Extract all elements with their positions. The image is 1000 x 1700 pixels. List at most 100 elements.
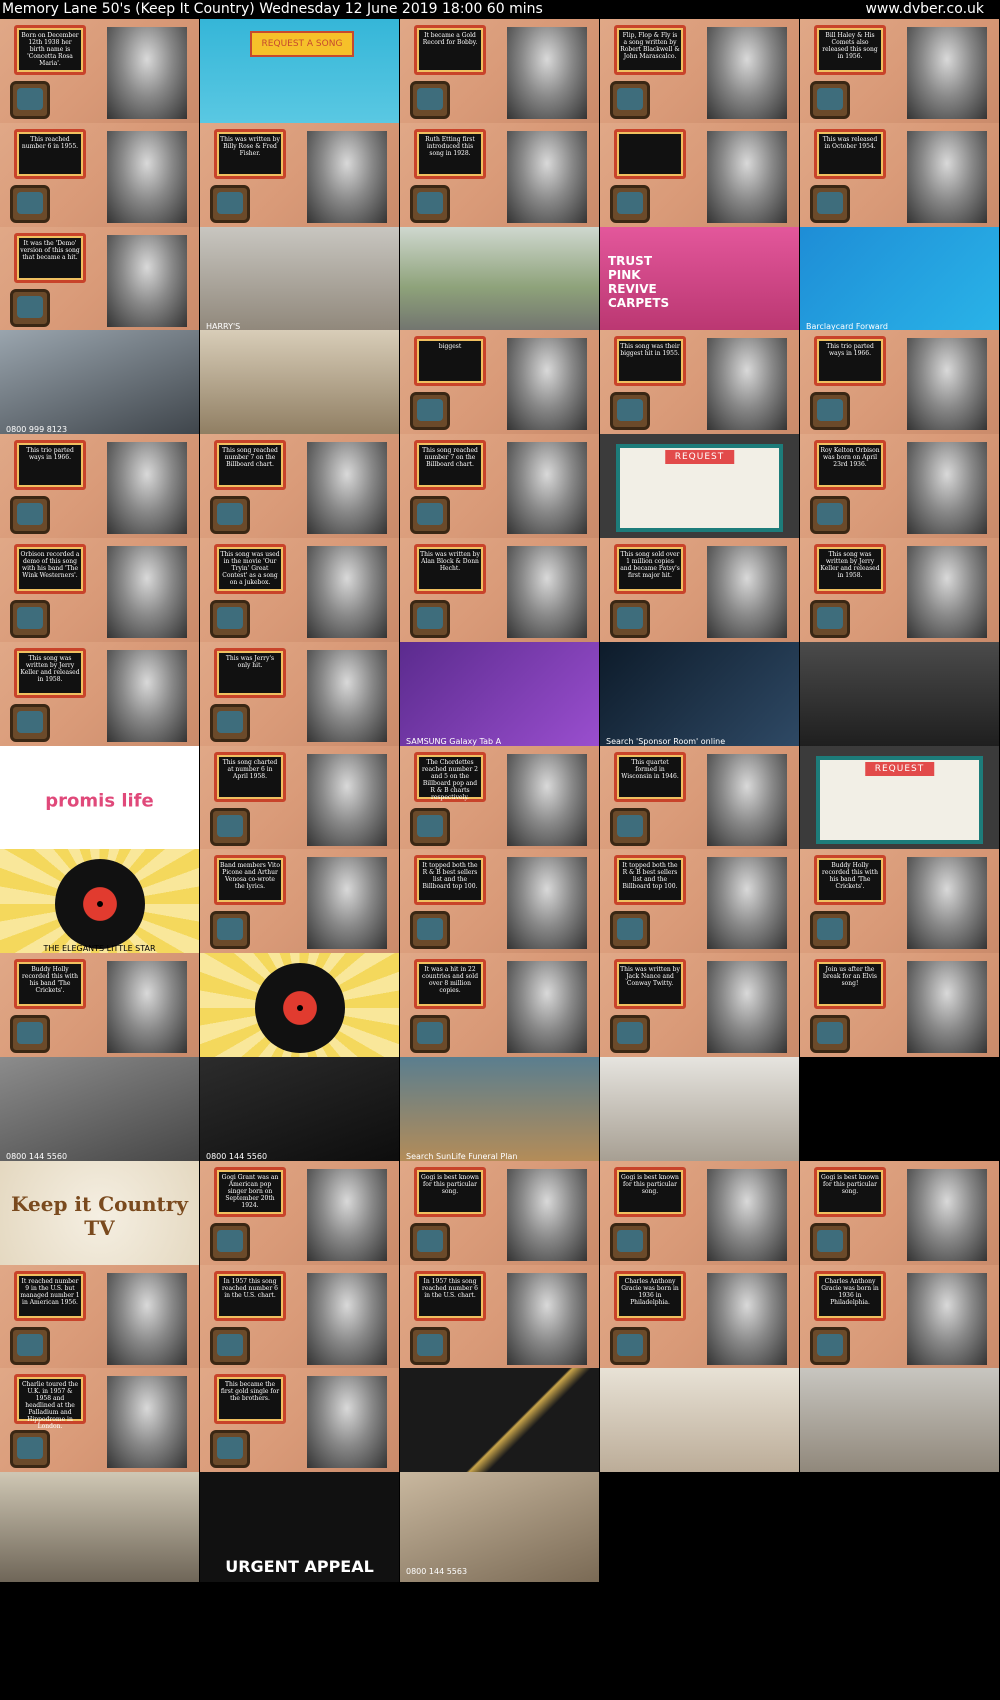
retro-tv-icon — [610, 808, 650, 846]
programme-thumbnail[interactable]: TRUST PINK REVIVE CARPETS — [600, 227, 799, 337]
programme-thumbnail[interactable]: This was Jerry's only hit. — [200, 642, 399, 752]
programme-thumbnail[interactable]: The Chordettes reached number 2 and 5 on… — [400, 746, 599, 856]
programme-thumbnail[interactable]: This became the first gold single for th… — [200, 1368, 399, 1478]
trivia-card: Gogi is best known for this particular s… — [814, 1167, 886, 1217]
artist-photo — [507, 1273, 587, 1365]
programme-thumbnail[interactable]: REQUEST — [800, 746, 999, 856]
programme-thumbnail[interactable]: This song reached number 7 on the Billbo… — [200, 434, 399, 544]
programme-thumbnail[interactable]: REQUEST A SONG — [200, 19, 399, 129]
programme-thumbnail[interactable]: Charles Anthony Gracie was born in 1936 … — [800, 1265, 999, 1375]
programme-thumbnail[interactable]: Band members Vito Picone and Arthur Veno… — [200, 849, 399, 959]
programme-thumbnail[interactable]: Bill Haley & His Comets also released th… — [800, 19, 999, 129]
programme-thumbnail[interactable] — [600, 1472, 799, 1582]
programme-thumbnail[interactable]: Join us after the break for an Elvis son… — [800, 953, 999, 1063]
programme-thumbnail[interactable]: Orbison recorded a demo of this song wit… — [0, 538, 199, 648]
programme-thumbnail[interactable]: This song was written by Jerry Keller an… — [0, 642, 199, 752]
programme-thumbnail[interactable]: Flip, Flop & Fly is a song written by Ro… — [600, 19, 799, 129]
programme-thumbnail[interactable]: THE ELEGANTS LITTLE STAR — [0, 849, 199, 959]
programme-thumbnail[interactable]: Charles Anthony Gracie was born in 1936 … — [600, 1265, 799, 1375]
programme-thumbnail[interactable]: Search 'Sponsor Room' online — [600, 642, 799, 752]
programme-thumbnail[interactable] — [800, 1057, 999, 1167]
trivia-card: It was the 'Demo' version of this song t… — [14, 233, 86, 283]
programme-thumbnail[interactable]: This was released in October 1954. — [800, 123, 999, 233]
artist-photo — [307, 131, 387, 223]
programme-thumbnail[interactable]: It reached number 9 in the U.S. but mana… — [0, 1265, 199, 1375]
programme-thumbnail[interactable]: It was a hit in 22 countries and sold ov… — [400, 953, 599, 1063]
programme-thumbnail[interactable]: This trio parted ways in 1966. — [800, 330, 999, 440]
programme-thumbnail[interactable]: In 1957 this song reached number 6 in th… — [400, 1265, 599, 1375]
programme-thumbnail[interactable]: 0800 999 8123 — [0, 330, 199, 440]
retro-tv-icon — [410, 392, 450, 430]
programme-thumbnail[interactable] — [800, 1368, 999, 1478]
artist-photo — [707, 131, 787, 223]
programme-thumbnail[interactable] — [800, 642, 999, 752]
site-url[interactable]: www.dvber.co.uk — [865, 0, 984, 18]
request-letter: REQUEST — [816, 756, 983, 844]
programme-thumbnail[interactable] — [600, 1368, 799, 1478]
programme-thumbnail[interactable]: Roy Kelton Orbison was born on April 23r… — [800, 434, 999, 544]
programme-thumbnail[interactable]: This song was their biggest hit in 1955. — [600, 330, 799, 440]
retro-tv-icon — [410, 600, 450, 638]
programme-thumbnail[interactable]: URGENT APPEAL — [200, 1472, 399, 1582]
programme-thumbnail[interactable]: This song was written by Jerry Keller an… — [800, 538, 999, 648]
retro-tv-icon — [610, 1223, 650, 1261]
programme-thumbnail[interactable]: It was the 'Demo' version of this song t… — [0, 227, 199, 337]
programme-thumbnail[interactable]: Keep it Country TV — [0, 1161, 199, 1271]
programme-thumbnail[interactable]: This was written by Jack Nance and Conwa… — [600, 953, 799, 1063]
programme-thumbnail[interactable] — [400, 227, 599, 337]
programme-thumbnail[interactable]: Gogi is best known for this particular s… — [600, 1161, 799, 1271]
programme-thumbnail[interactable]: This song was used in the movie 'Our Try… — [200, 538, 399, 648]
request-letter: REQUEST — [616, 444, 783, 532]
programme-thumbnail[interactable] — [600, 1057, 799, 1167]
programme-thumbnail[interactable] — [800, 1472, 999, 1582]
programme-thumbnail[interactable]: This song sold over 1 million copies and… — [600, 538, 799, 648]
programme-thumbnail[interactable]: Gogi is best known for this particular s… — [400, 1161, 599, 1271]
programme-thumbnail[interactable]: This quartet formed in Wisconsin in 1946… — [600, 746, 799, 856]
ad-caption: Search 'Sponsor Room' online — [606, 737, 726, 746]
trivia-card: This was released in October 1954. — [814, 129, 886, 179]
programme-thumbnail[interactable]: biggest — [400, 330, 599, 440]
programme-thumbnail[interactable]: Buddy Holly recorded this with his band … — [0, 953, 199, 1063]
programme-thumbnail[interactable]: This song charted at number 6 in April 1… — [200, 746, 399, 856]
programme-thumbnail[interactable]: 0800 144 5563 — [400, 1472, 599, 1582]
retro-tv-icon — [810, 1015, 850, 1053]
programme-thumbnail[interactable]: Charlie toured the U.K. in 1957 & 1958 a… — [0, 1368, 199, 1478]
programme-thumbnail[interactable] — [200, 330, 399, 440]
artist-photo — [507, 754, 587, 846]
programme-thumbnail[interactable] — [0, 1472, 199, 1582]
artist-photo — [107, 1273, 187, 1365]
programme-thumbnail[interactable] — [400, 1368, 599, 1478]
programme-thumbnail[interactable]: Ruth Etting first introduced this song i… — [400, 123, 599, 233]
thumbnail-grid: Born on December 12th 1938 her birth nam… — [0, 19, 1000, 1700]
programme-thumbnail[interactable]: Barclaycard Forward — [800, 227, 999, 337]
artist-photo — [907, 27, 987, 119]
programme-thumbnail[interactable]: This reached number 6 in 1955. — [0, 123, 199, 233]
programme-thumbnail[interactable]: Search SunLife Funeral Plan — [400, 1057, 599, 1167]
programme-thumbnail[interactable]: SAMSUNG Galaxy Tab A — [400, 642, 599, 752]
programme-thumbnail[interactable] — [200, 953, 399, 1063]
trivia-card: This reached number 6 in 1955. — [14, 129, 86, 179]
programme-thumbnail[interactable] — [600, 123, 799, 233]
programme-thumbnail[interactable]: Gogi Grant was an American pop singer bo… — [200, 1161, 399, 1271]
programme-thumbnail[interactable]: 0800 144 5560 — [200, 1057, 399, 1167]
programme-thumbnail[interactable]: HARRY'S — [200, 227, 399, 337]
programme-thumbnail[interactable]: In 1957 this song reached number 6 in th… — [200, 1265, 399, 1375]
programme-thumbnail[interactable]: This trio parted ways in 1966. — [0, 434, 199, 544]
programme-thumbnail[interactable]: 0800 144 5560 — [0, 1057, 199, 1167]
programme-thumbnail[interactable]: Buddy Holly recorded this with his band … — [800, 849, 999, 959]
programme-title: Memory Lane 50's (Keep It Country) Wedne… — [2, 1, 543, 17]
programme-thumbnail[interactable]: This song reached number 7 on the Billbo… — [400, 434, 599, 544]
programme-thumbnail[interactable]: It topped both the R & B best sellers li… — [400, 849, 599, 959]
programme-thumbnail[interactable]: This was written by Billy Rose & Fred Fi… — [200, 123, 399, 233]
trivia-card: This song sold over 1 million copies and… — [614, 544, 686, 594]
programme-thumbnail[interactable]: Gogi is best known for this particular s… — [800, 1161, 999, 1271]
programme-thumbnail[interactable]: It topped both the R & B best sellers li… — [600, 849, 799, 959]
programme-thumbnail[interactable]: Born on December 12th 1938 her birth nam… — [0, 19, 199, 129]
programme-thumbnail[interactable]: This was written by Alan Block & Donn He… — [400, 538, 599, 648]
trivia-card: Buddy Holly recorded this with his band … — [814, 855, 886, 905]
trivia-card: Ruth Etting first introduced this song i… — [414, 129, 486, 179]
programme-thumbnail[interactable]: It became a Gold Record for Bobby. — [400, 19, 599, 129]
programme-thumbnail[interactable]: promis life — [0, 746, 199, 856]
artist-photo — [707, 338, 787, 430]
programme-thumbnail[interactable]: REQUEST — [600, 434, 799, 544]
